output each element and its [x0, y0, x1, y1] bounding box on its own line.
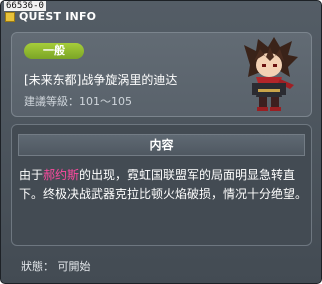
- quest-name: [未来东都]战争旋涡里的迪达: [24, 73, 178, 87]
- quest-icon: [5, 11, 15, 22]
- quest-info-window: 66536-0 QUEST INFO 一般 [未来东都]战争旋涡里的迪达 建議等…: [0, 0, 322, 284]
- recommended-level: 建議等級：101～105: [24, 95, 132, 108]
- content-header: 内容: [18, 134, 305, 156]
- description-text-before: 由于: [19, 168, 44, 182]
- quest-description: 由于郝约斯的出现，霓虹国联盟军的局面明显急转直下。终极决战武器克拉比顿火焰破损，…: [19, 166, 307, 204]
- quest-status: 狀態： 可開始: [21, 260, 91, 273]
- title-bar[interactable]: QUEST INFO: [5, 10, 96, 23]
- quest-type-badge: 一般: [24, 43, 84, 59]
- quest-content-panel: 内容 由于郝约斯的出现，霓虹国联盟军的局面明显急转直下。终极决战武器克拉比顿火焰…: [11, 124, 312, 246]
- quest-summary-panel: 一般 [未来东都]战争旋涡里的迪达 建議等級：101～105: [11, 32, 312, 117]
- window-title: QUEST INFO: [19, 10, 97, 23]
- npc-name-highlight: 郝约斯: [43, 168, 80, 182]
- npc-portrait-icon: [244, 37, 298, 111]
